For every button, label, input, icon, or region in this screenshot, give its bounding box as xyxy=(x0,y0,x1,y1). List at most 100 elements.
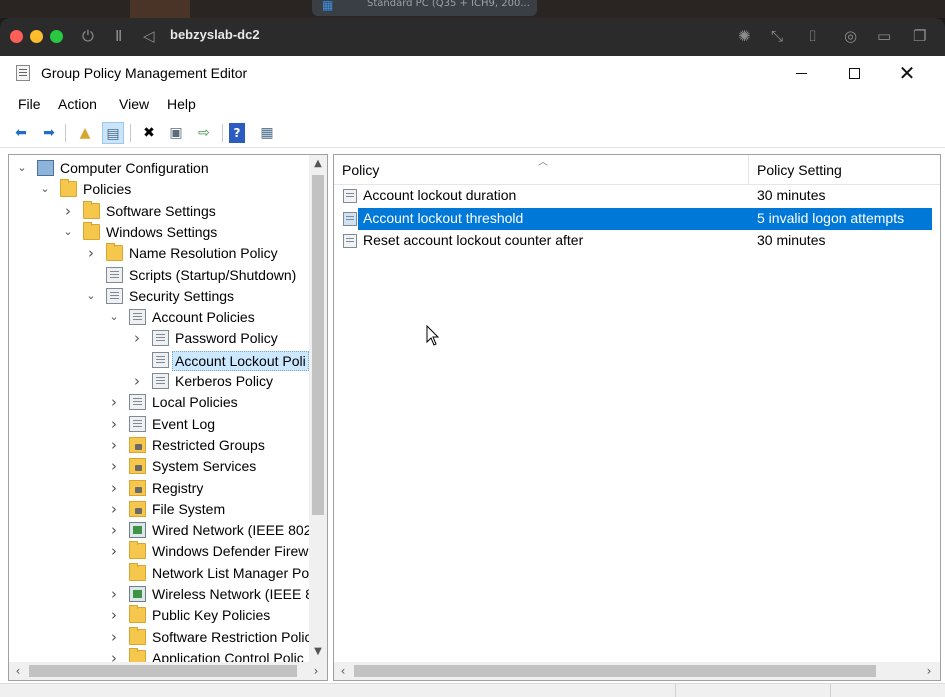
chevron-right-icon[interactable]: › xyxy=(131,373,143,389)
scrollbar-thumb[interactable] xyxy=(29,665,297,677)
help-icon[interactable]: ? xyxy=(229,123,245,143)
tree-item[interactable]: › Wired Network (IEEE 802. xyxy=(9,520,309,541)
status-divider xyxy=(675,684,676,697)
tree-pane[interactable]: ⌄ Computer Configuration ⌄ Policies › Softwar… xyxy=(8,154,328,681)
tree-item[interactable]: › Windows Defender Firew xyxy=(9,541,309,562)
up-folder-icon[interactable]: ▲ xyxy=(74,122,96,144)
tree-item[interactable]: › Software Settings xyxy=(9,200,309,222)
tree-item[interactable]: ⌄ Computer Configuration xyxy=(9,158,309,179)
tree-item[interactable]: › File System xyxy=(9,499,309,520)
policy-name: Account lockout threshold xyxy=(363,209,524,226)
windows-icon[interactable]: ❐ xyxy=(913,26,926,46)
menu-view[interactable]: View xyxy=(119,96,149,112)
host-background: ▦ Standard PC (Q35 + ICH9, 200... xyxy=(0,0,945,18)
tree-item[interactable]: › Event Log xyxy=(9,414,309,435)
scroll-left-icon[interactable]: ‹ xyxy=(334,662,352,680)
chevron-down-icon[interactable]: ⌄ xyxy=(108,309,120,325)
power-icon[interactable]: ⏻ xyxy=(82,26,94,46)
tree-item[interactable]: ⌄ Policies xyxy=(9,179,309,200)
minimize-button[interactable] xyxy=(778,56,824,90)
scroll-down-icon[interactable]: ▼ xyxy=(309,643,327,661)
chevron-down-icon[interactable]: ⌄ xyxy=(85,288,97,304)
minimize-window-button[interactable] xyxy=(30,30,43,43)
column-divider[interactable] xyxy=(748,155,749,185)
resize-icon[interactable]: ⤡ xyxy=(771,26,783,46)
chevron-right-icon[interactable]: › xyxy=(108,501,120,517)
scroll-up-icon[interactable]: ▲ xyxy=(309,155,327,173)
maximize-window-button[interactable] xyxy=(50,30,63,43)
folder-icon xyxy=(129,562,146,581)
policy-row[interactable]: Account lockout duration 30 minutes xyxy=(334,185,934,207)
tree-item[interactable]: › Wireless Network (IEEE 80 xyxy=(9,584,309,605)
close-button[interactable]: ✕ xyxy=(884,56,930,90)
tree-item[interactable]: ⌄ Windows Settings xyxy=(9,221,309,243)
back-arrow-icon[interactable]: ⬅ xyxy=(10,122,32,144)
tree-item[interactable]: › Restricted Groups xyxy=(9,435,309,456)
policy-row[interactable]: Account lockout threshold 5 invalid logon… xyxy=(334,207,934,230)
tree-item[interactable]: › Kerberos Policy xyxy=(9,371,309,392)
policy-list-pane[interactable]: ︿ Policy Policy Setting Account lockout … xyxy=(333,154,941,681)
close-window-button[interactable] xyxy=(10,30,23,43)
menu-file[interactable]: File xyxy=(18,96,41,112)
tree-item[interactable]: › Local Policies xyxy=(9,392,309,413)
shared-folder-icon[interactable]: ▭ xyxy=(877,26,891,46)
chevron-right-icon[interactable]: › xyxy=(108,629,120,645)
back-icon[interactable]: ◁ xyxy=(143,26,155,46)
tree-item[interactable]: Account Lockout Poli xyxy=(9,350,309,371)
column-header-policy[interactable]: Policy xyxy=(342,162,379,178)
tree-item[interactable]: › Public Key Policies xyxy=(9,605,309,626)
chevron-right-icon[interactable]: › xyxy=(108,437,120,453)
show-hide-tree-icon[interactable]: ▤ xyxy=(102,122,124,144)
chevron-down-icon[interactable]: ⌄ xyxy=(39,181,51,197)
policy-setting: 5 invalid logon attempts xyxy=(757,209,905,226)
scrollbar-thumb[interactable] xyxy=(354,665,876,677)
tree-item-label: System Services xyxy=(152,458,257,475)
tree-item[interactable]: › Registry xyxy=(9,478,309,499)
properties-icon[interactable]: ▣ xyxy=(165,122,187,144)
tree-item[interactable]: › Name Resolution Policy xyxy=(9,243,309,264)
chevron-right-icon[interactable]: › xyxy=(62,203,74,219)
policy-row[interactable]: Reset account lockout counter after 30 mi… xyxy=(334,230,934,252)
tree-item[interactable]: Scripts (Startup/Shutdown) xyxy=(9,265,309,286)
column-header-policy-setting[interactable]: Policy Setting xyxy=(757,162,842,178)
policy-icon xyxy=(343,234,357,248)
tree-horizontal-scrollbar[interactable]: ‹ › xyxy=(9,662,327,680)
brightness-icon[interactable]: ✺ xyxy=(738,26,751,46)
usb-icon[interactable]: ⌷ xyxy=(808,26,817,46)
list-horizontal-scrollbar[interactable]: ‹ › xyxy=(334,662,940,680)
scroll-right-icon[interactable]: › xyxy=(920,662,938,680)
tree-item[interactable]: ⌄ Account Policies xyxy=(9,307,309,328)
tree-item[interactable]: › System Services xyxy=(9,456,309,477)
chevron-down-icon[interactable]: ⌄ xyxy=(16,160,28,176)
tree-item[interactable]: › Software Restriction Polic xyxy=(9,626,309,648)
delete-icon[interactable]: ✖ xyxy=(138,122,160,144)
chevron-right-icon[interactable]: › xyxy=(108,522,120,538)
scroll-left-icon[interactable]: ‹ xyxy=(9,662,27,680)
chevron-right-icon[interactable]: › xyxy=(85,245,97,261)
tree-vertical-scrollbar[interactable]: ▲ ▼ xyxy=(309,155,327,663)
maximize-button[interactable] xyxy=(831,56,877,90)
chevron-down-icon[interactable]: ⌄ xyxy=(62,224,74,240)
chevron-right-icon[interactable]: › xyxy=(108,543,120,559)
chevron-right-icon[interactable]: › xyxy=(108,458,120,474)
chevron-right-icon[interactable]: › xyxy=(108,607,120,623)
scrollbar-thumb[interactable] xyxy=(312,175,324,515)
disc-icon[interactable]: ◎ xyxy=(844,26,857,46)
chevron-right-icon[interactable]: › xyxy=(108,586,120,602)
menu-action[interactable]: Action xyxy=(58,96,97,112)
tree-item[interactable]: ⌄ Security Settings xyxy=(9,286,309,307)
tree-item[interactable]: Network List Manager Po xyxy=(9,562,309,584)
tree-item[interactable]: › Password Policy xyxy=(9,328,309,349)
chevron-right-icon[interactable]: › xyxy=(108,394,120,410)
chevron-right-icon[interactable]: › xyxy=(131,330,143,346)
export-list-icon[interactable]: ⇨ xyxy=(193,122,215,144)
lock-folder-icon xyxy=(129,458,146,475)
scroll-right-icon[interactable]: › xyxy=(307,662,325,680)
chevron-right-icon[interactable]: › xyxy=(108,416,120,432)
chevron-right-icon[interactable]: › xyxy=(108,480,120,496)
menu-help[interactable]: Help xyxy=(167,96,196,112)
pause-icon[interactable]: Ⅱ xyxy=(115,26,122,46)
forward-arrow-icon[interactable]: ➡ xyxy=(38,122,60,144)
show-action-pane-icon[interactable]: ▦ xyxy=(256,122,278,144)
vm-thumbnail[interactable]: ▦ Standard PC (Q35 + ICH9, 200... xyxy=(312,0,537,16)
